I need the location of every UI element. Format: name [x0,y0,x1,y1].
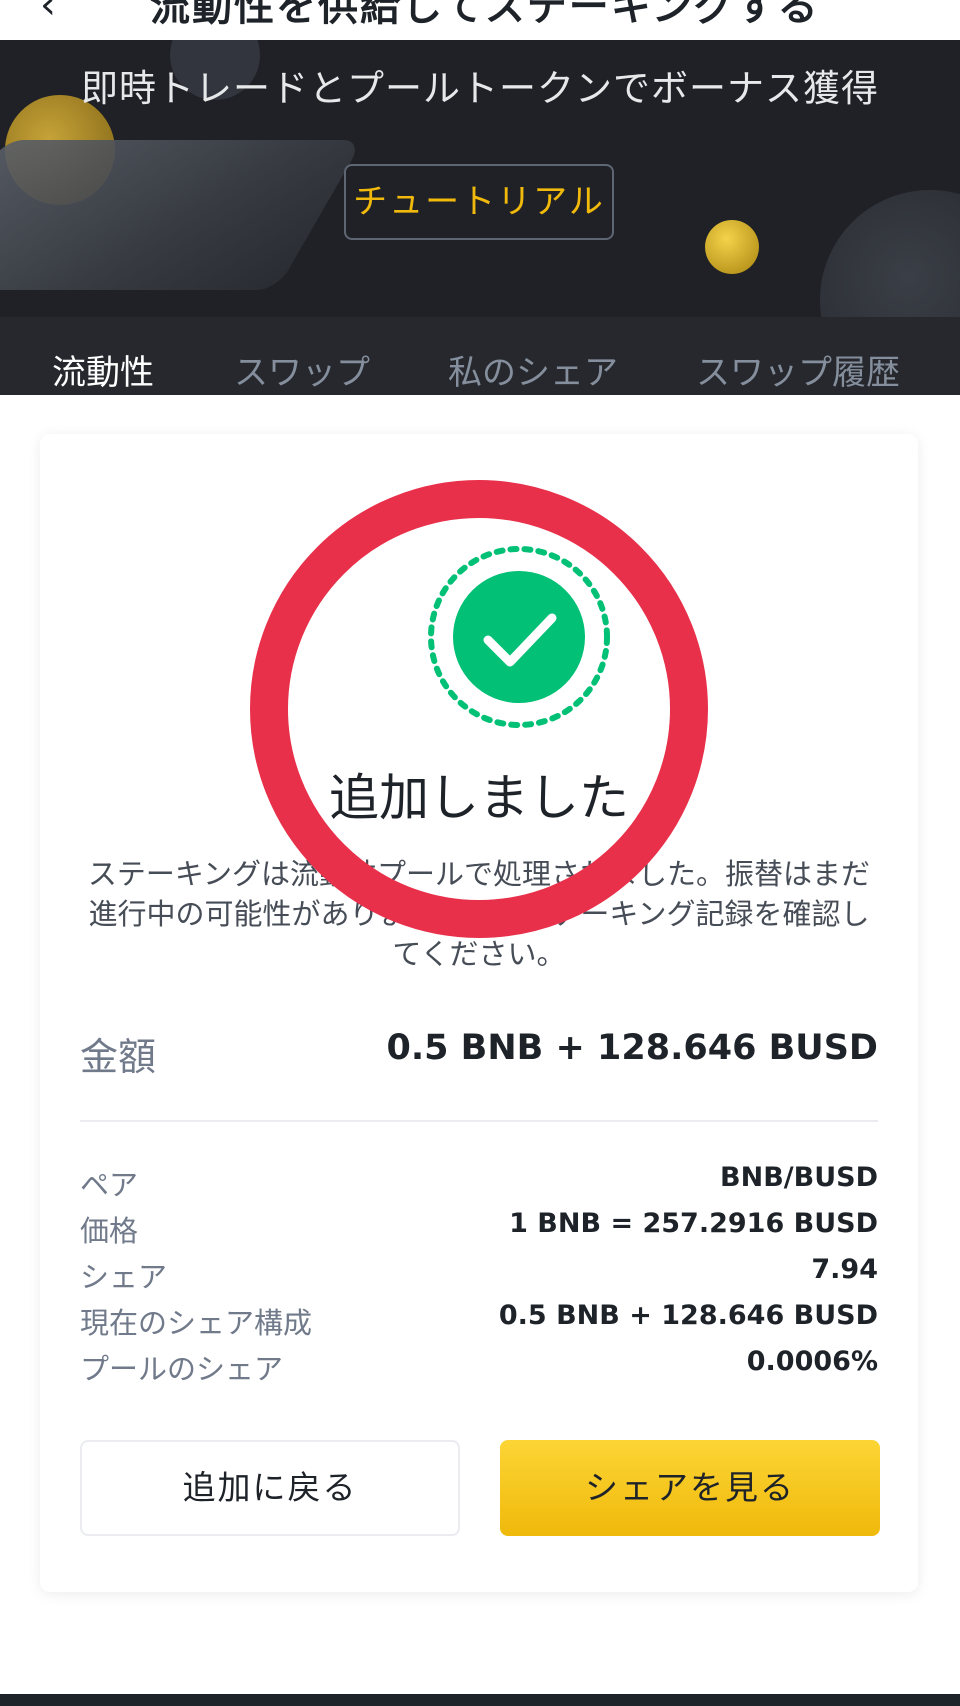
decor-coin-icon [705,220,759,274]
tab-swap-history[interactable]: スワップ履歴 [696,317,900,395]
tab-my-share[interactable]: 私のシェア [448,317,618,395]
bottom-bar [0,1694,960,1706]
top-header: ‹ 流動性を供給してステーキングする [0,0,960,40]
page-title: 流動性を供給してステーキングする [150,0,820,30]
divider [80,1120,878,1122]
detail-value: 1 BNB = 257.2916 BUSD [509,1208,878,1239]
amount-label: 金額 [80,1035,157,1079]
detail-label: プールのシェア [80,1352,284,1386]
detail-row-share-composition: 現在のシェア構成 0.5 BNB + 128.646 BUSD [80,1300,878,1346]
detail-label: 現在のシェア構成 [80,1306,313,1340]
detail-row-share: シェア 7.94 [80,1254,878,1300]
banner-headline: 即時トレードとプールトークンでボーナス獲得 [81,67,879,110]
detail-row-price: 価格 1 BNB = 257.2916 BUSD [80,1208,878,1254]
detail-row-pair: ペア BNB/BUSD [80,1162,878,1208]
tab-bar: 流動性 スワップ 私のシェア スワップ履歴 [0,317,960,395]
tab-liquidity[interactable]: 流動性 [52,317,154,395]
chevron-left-icon[interactable]: ‹ [40,0,56,28]
view-share-button[interactable]: シェアを見る [500,1440,880,1536]
detail-value: 7.94 [811,1254,878,1285]
detail-label: ペア [80,1168,139,1202]
promo-banner: 即時トレードとプールトークンでボーナス獲得 チュートリアル 流動性 スワップ 私… [0,40,960,395]
amount-value: 0.5 BNB + 128.646 BUSD [386,1028,879,1068]
decor-ribbon-shape [0,140,364,290]
annotation-ring [250,480,708,938]
detail-value: BNB/BUSD [720,1162,878,1193]
back-to-add-button[interactable]: 追加に戻る [80,1440,460,1536]
detail-label: 価格 [80,1214,139,1248]
detail-label: シェア [80,1260,168,1294]
tab-swap[interactable]: スワップ [234,317,370,395]
detail-row-pool-share: プールのシェア 0.0006% [80,1346,878,1392]
detail-value: 0.0006% [746,1346,878,1377]
tutorial-button[interactable]: チュートリアル [344,164,614,240]
detail-value: 0.5 BNB + 128.646 BUSD [498,1300,878,1331]
